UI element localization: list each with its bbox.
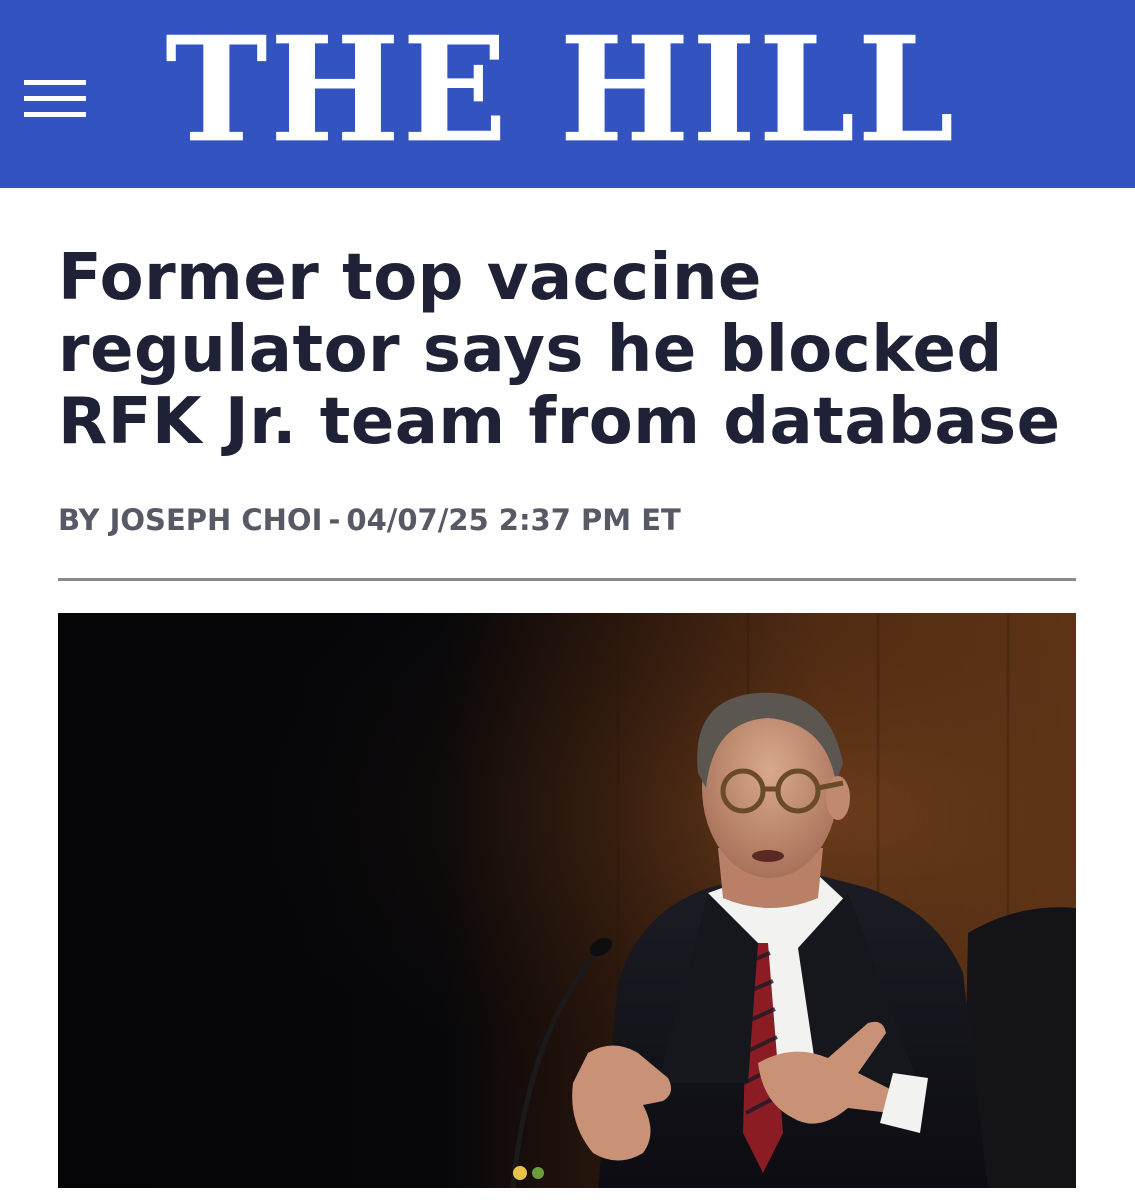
menu-bar-bottom	[24, 112, 86, 117]
byline-divider	[58, 578, 1076, 581]
article-photo	[58, 613, 1076, 1188]
menu-bar-top	[24, 80, 86, 85]
byline-author[interactable]: BY JOSEPH CHOI	[58, 503, 322, 537]
article-headline: Former top vaccine regulator says he blo…	[58, 241, 1061, 459]
photo-illustration	[58, 613, 1076, 1188]
byline-timestamp: 04/07/25 2:37 PM ET	[346, 503, 681, 537]
site-logo[interactable]: THE HILL	[165, 5, 975, 174]
site-header: THE HILL	[0, 0, 1135, 188]
menu-bar-middle	[24, 96, 86, 101]
article-byline: BY JOSEPH CHOI -04/07/25 2:37 PM ET	[58, 500, 1076, 540]
hamburger-menu-icon[interactable]	[24, 76, 86, 120]
byline-separator: -	[328, 503, 341, 537]
